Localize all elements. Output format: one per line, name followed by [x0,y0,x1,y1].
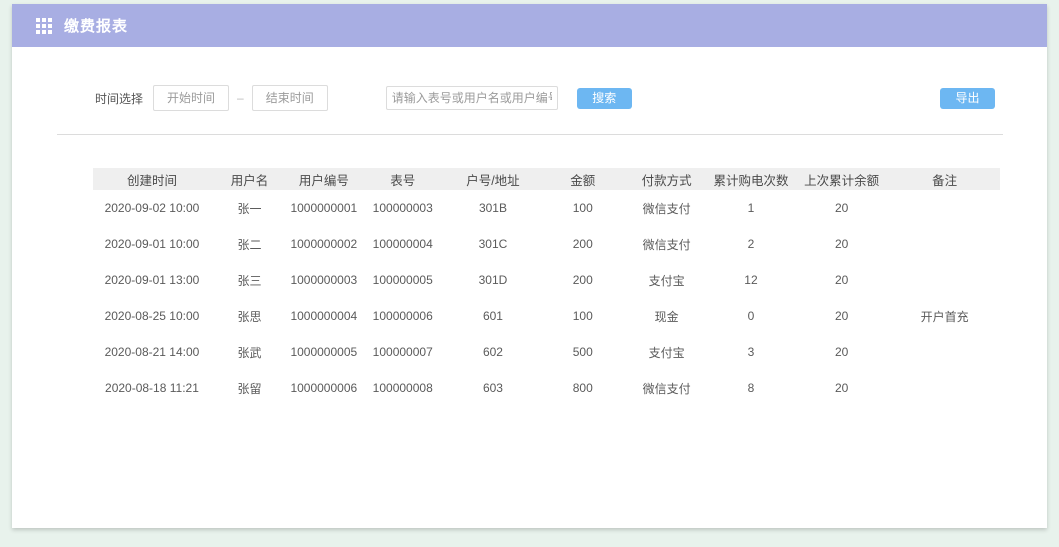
column-header: 累计购电次数 [708,168,794,190]
table-header-row: 创建时间用户名用户编号表号户号/地址金额付款方式累计购电次数上次累计余额备注 [93,168,1000,190]
table-cell: 2 [708,226,794,262]
page-title: 缴费报表 [64,15,128,36]
column-header: 表号 [360,168,446,190]
table-cell: 100 [540,298,625,334]
table-cell: 2020-08-18 11:21 [93,370,211,406]
table-cell [889,334,1000,370]
table-cell: 微信支付 [625,190,708,226]
table-row: 2020-08-25 10:00张思1000000004100000006601… [93,298,1000,334]
table-cell: 602 [446,334,540,370]
column-header: 用户编号 [288,168,360,190]
table-cell: 601 [446,298,540,334]
table-cell: 张一 [211,190,288,226]
table-cell: 100000006 [360,298,446,334]
table-cell: 100000003 [360,190,446,226]
table-cell: 微信支付 [625,370,708,406]
table-cell: 2020-08-21 14:00 [93,334,211,370]
filter-divider [57,134,1003,135]
export-button[interactable]: 导出 [940,88,995,109]
table-row: 2020-08-21 14:00张武1000000005100000007602… [93,334,1000,370]
table-cell: 2020-09-02 10:00 [93,190,211,226]
column-header: 备注 [889,168,1000,190]
table-cell: 张二 [211,226,288,262]
column-header: 创建时间 [93,168,211,190]
table-cell: 12 [708,262,794,298]
table-row: 2020-09-01 13:00张三1000000003100000005301… [93,262,1000,298]
table-cell: 张三 [211,262,288,298]
table-cell: 2020-09-01 10:00 [93,226,211,262]
table-cell: 1000000002 [288,226,360,262]
table-cell: 8 [708,370,794,406]
table-cell: 200 [540,226,625,262]
table-cell: 2020-09-01 13:00 [93,262,211,298]
table-cell: 3 [708,334,794,370]
table-cell: 张武 [211,334,288,370]
column-header: 上次累计余额 [794,168,889,190]
grid-menu-icon [36,18,52,34]
table-cell: 100000007 [360,334,446,370]
table-cell: 20 [794,190,889,226]
table-cell: 800 [540,370,625,406]
table-cell: 1 [708,190,794,226]
column-header: 户号/地址 [446,168,540,190]
column-header: 金额 [540,168,625,190]
title-bar: 缴费报表 [12,4,1047,47]
table-cell: 20 [794,262,889,298]
table-cell [889,226,1000,262]
table-cell: 20 [794,226,889,262]
table-cell: 0 [708,298,794,334]
table-cell: 20 [794,298,889,334]
range-separator: – [237,91,244,105]
table-row: 2020-09-02 10:00张一1000000001100000003301… [93,190,1000,226]
time-select-label: 时间选择 [95,90,143,107]
table-cell: 100 [540,190,625,226]
table-cell: 301B [446,190,540,226]
table-cell: 20 [794,334,889,370]
table-cell: 张留 [211,370,288,406]
table-cell: 100000008 [360,370,446,406]
search-input[interactable] [386,86,558,110]
table-cell: 301C [446,226,540,262]
filter-bar: 时间选择 – 搜索 导出 [12,86,1047,110]
table-cell: 603 [446,370,540,406]
table-cell: 1000000004 [288,298,360,334]
table-row: 2020-09-01 10:00张二1000000002100000004301… [93,226,1000,262]
table-cell: 1000000003 [288,262,360,298]
table-cell: 1000000001 [288,190,360,226]
report-card: 缴费报表 时间选择 – 搜索 导出 创建时间用户名用户编号表号户号/地址金额付款… [12,4,1047,528]
table-cell: 2020-08-25 10:00 [93,298,211,334]
table-cell: 100000005 [360,262,446,298]
table-cell: 200 [540,262,625,298]
table-cell: 张思 [211,298,288,334]
table-cell: 1000000005 [288,334,360,370]
table-cell: 301D [446,262,540,298]
search-button[interactable]: 搜索 [577,88,632,109]
column-header: 用户名 [211,168,288,190]
table-cell [889,190,1000,226]
table-row: 2020-08-18 11:21张留1000000006100000008603… [93,370,1000,406]
table-cell: 现金 [625,298,708,334]
table-cell: 100000004 [360,226,446,262]
table-cell: 1000000006 [288,370,360,406]
column-header: 付款方式 [625,168,708,190]
start-time-input[interactable] [153,85,229,111]
table-cell: 支付宝 [625,262,708,298]
payment-report-table: 创建时间用户名用户编号表号户号/地址金额付款方式累计购电次数上次累计余额备注 2… [93,168,1000,406]
end-time-input[interactable] [252,85,328,111]
table-cell: 支付宝 [625,334,708,370]
table-cell [889,370,1000,406]
table-cell [889,262,1000,298]
table-cell: 20 [794,370,889,406]
table-cell: 微信支付 [625,226,708,262]
table-cell: 500 [540,334,625,370]
table-cell: 开户首充 [889,298,1000,334]
